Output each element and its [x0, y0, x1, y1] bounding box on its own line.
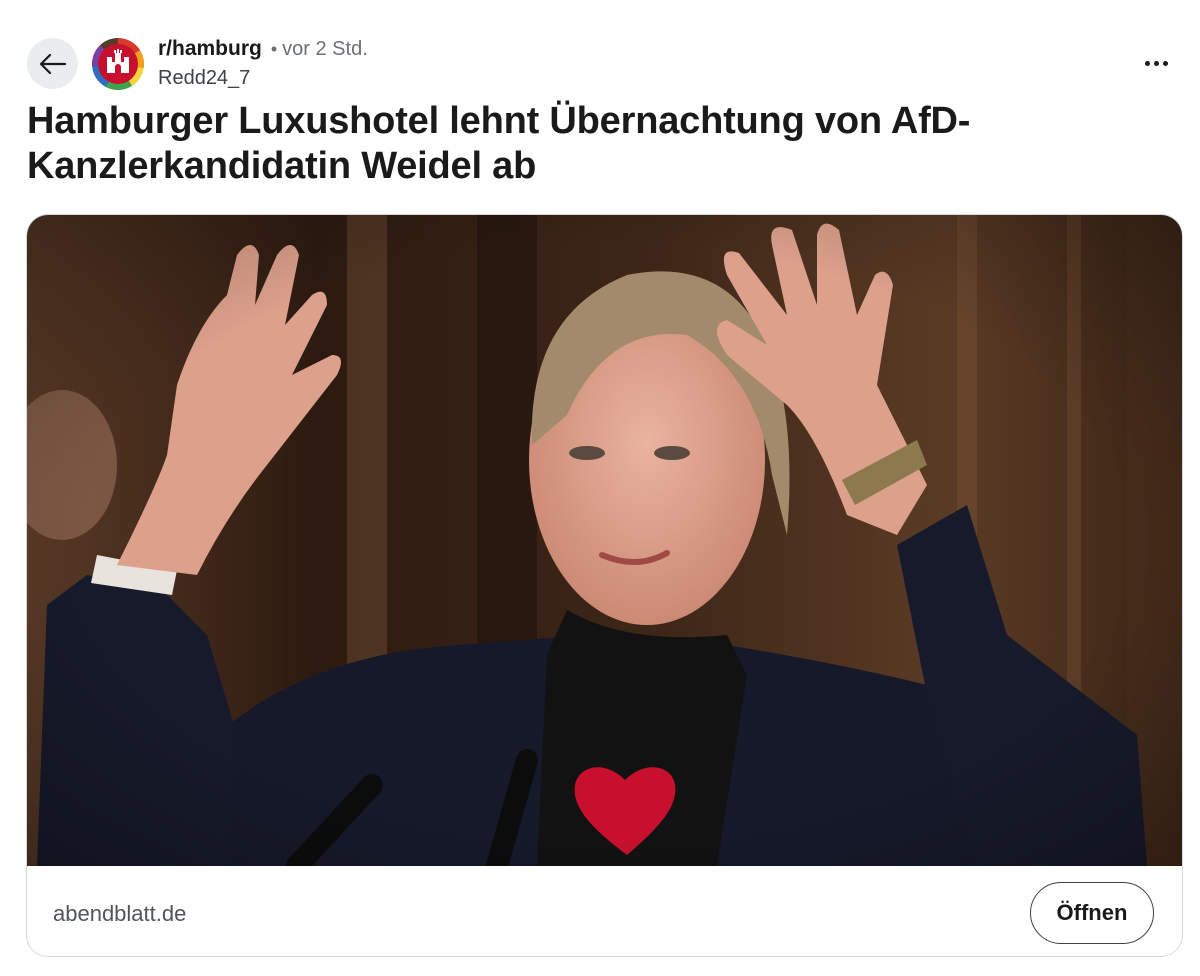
- back-button[interactable]: [27, 38, 78, 89]
- subreddit-name[interactable]: r/hamburg: [158, 38, 262, 59]
- subreddit-avatar[interactable]: [92, 38, 144, 90]
- arrow-left-icon: [39, 53, 66, 74]
- link-domain: abendblatt.de: [53, 901, 187, 926]
- post-time: vor 2 Std.: [282, 38, 368, 60]
- meta-separator: •: [270, 39, 278, 59]
- link-preview-image[interactable]: [27, 215, 1183, 866]
- open-link-button[interactable]: Öffnen: [1030, 882, 1154, 944]
- post-title[interactable]: Hamburger Luxushotel lehnt Übernachtung …: [27, 99, 1027, 189]
- post-meta: r/hamburg • vor 2 Std. Redd24_7: [158, 38, 368, 88]
- hamburg-coat-of-arms-icon: [92, 38, 144, 90]
- more-options-button[interactable]: [1136, 48, 1176, 78]
- post-detail-page: r/hamburg • vor 2 Std. Redd24_7 Hamburge…: [0, 0, 1200, 976]
- link-preview-card[interactable]: abendblatt.de Öffnen: [26, 214, 1183, 957]
- more-horizontal-icon: [1144, 60, 1150, 66]
- link-card-footer: abendblatt.de Öffnen: [27, 866, 1182, 956]
- post-author[interactable]: Redd24_7: [158, 68, 368, 88]
